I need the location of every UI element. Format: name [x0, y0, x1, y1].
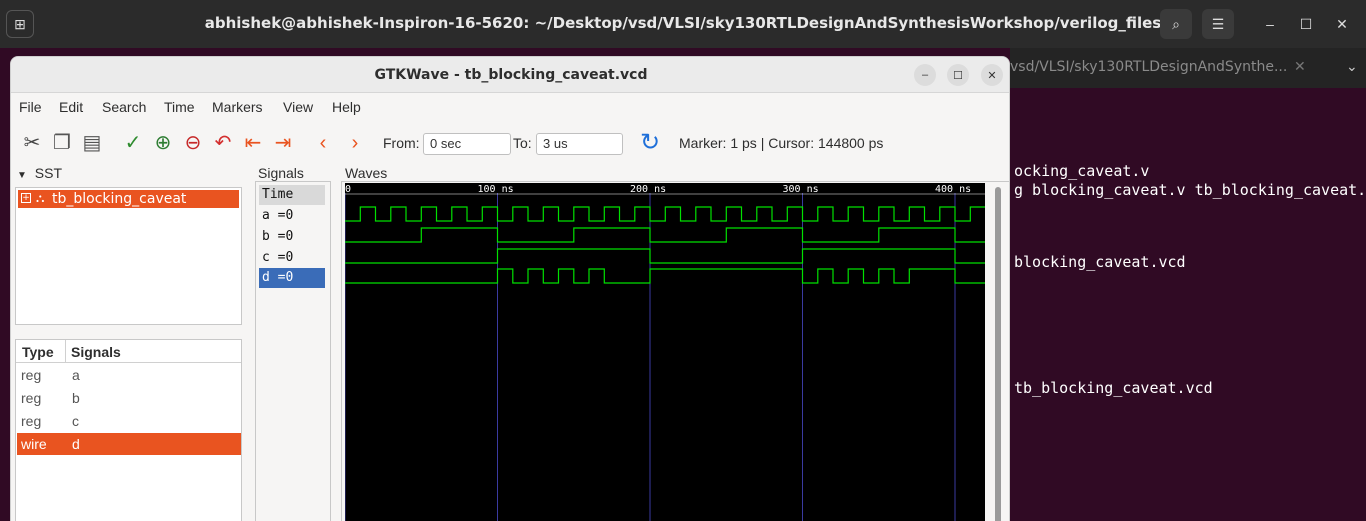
sst-header[interactable]: ▼ SST — [17, 165, 62, 181]
menu-time[interactable]: Time — [164, 99, 195, 115]
signal-type: reg — [21, 390, 42, 406]
from-input[interactable]: 0 sec — [423, 133, 511, 155]
signal-type-table: Type Signals reg a reg b reg c wire d — [15, 339, 242, 521]
sst-tree-item[interactable]: + ⛬ tb_blocking_caveat — [18, 190, 239, 208]
terminal-line: ocking_caveat.v — [1014, 162, 1150, 180]
search-icon: ⌕ — [1172, 15, 1180, 32]
cut-icon[interactable]: ✂ — [19, 131, 45, 157]
zoom-in-icon[interactable]: ⊕ — [150, 131, 176, 157]
waveform-a — [345, 206, 985, 222]
chevron-left-icon[interactable]: ‹ — [310, 131, 336, 157]
terminal-menu-button[interactable]: ☰ — [1202, 9, 1234, 39]
toolbar: ✂ ❐ ▤ ✓ ⊕ ⊖ ↶ ⇤ ⇥ ‹ › From: 0 sec To: 3 … — [11, 123, 1009, 161]
signal-c[interactable]: c =0 — [259, 248, 325, 268]
menu-help[interactable]: Help — [332, 99, 361, 115]
signal-name: a — [72, 367, 80, 383]
sst-tree: + ⛬ tb_blocking_caveat — [15, 187, 242, 325]
minimize-icon: – — [921, 69, 929, 81]
time-tick-label: 0 — [345, 184, 351, 195]
signals-pane-header: Signals — [258, 165, 304, 181]
minimize-button[interactable]: – — [914, 64, 936, 86]
signal-type: wire — [21, 436, 47, 452]
terminal-titlebar: ⊞ abhishek@abhishek-Inspiron-16-5620: ~/… — [0, 0, 1366, 48]
expand-icon[interactable]: + — [21, 193, 31, 203]
chevron-right-icon[interactable]: › — [342, 131, 368, 157]
terminal-close-button[interactable]: ✕ — [1326, 9, 1358, 39]
to-label: To: — [513, 135, 532, 151]
terminal-search-button[interactable]: ⌕ — [1160, 9, 1192, 39]
signal-type: reg — [21, 413, 42, 429]
menu-edit[interactable]: Edit — [59, 99, 83, 115]
close-icon: ✕ — [1336, 15, 1348, 32]
copy-icon[interactable]: ❐ — [49, 131, 75, 157]
time-tick-label: 100 ns — [478, 184, 514, 195]
time-tick-label: 400 ns — [935, 184, 971, 195]
collapse-triangle-icon: ▼ — [17, 170, 27, 181]
signal-a[interactable]: a =0 — [259, 206, 325, 226]
terminal-minimize-button[interactable]: – — [1254, 9, 1286, 39]
maximize-button[interactable]: ☐ — [947, 64, 969, 86]
window-title: GTKWave - tb_blocking_caveat.vcd — [374, 67, 648, 83]
waveform-b — [345, 227, 985, 243]
terminal-line: g blocking_caveat.v tb_blocking_caveat. — [1014, 181, 1366, 199]
minimize-icon: – — [1266, 16, 1274, 32]
module-hierarchy-icon: ⛬ — [36, 191, 45, 205]
maximize-icon: ☐ — [953, 69, 963, 82]
waves-pane-header: Waves — [345, 165, 388, 181]
reload-icon[interactable]: ↻ — [637, 131, 663, 157]
waveform-c — [345, 248, 985, 264]
paste-icon[interactable]: ▤ — [79, 131, 105, 157]
column-header-signals[interactable]: Signals — [71, 344, 121, 360]
close-button[interactable]: ✕ — [981, 64, 1003, 86]
table-row[interactable]: reg a — [17, 364, 241, 386]
table-row[interactable]: reg c — [17, 410, 241, 432]
zoom-to-end-icon[interactable]: ⇥ — [270, 131, 296, 157]
sst-tree-item-label: tb_blocking_caveat — [52, 191, 187, 207]
menu-search[interactable]: Search — [102, 99, 146, 115]
gtkwave-titlebar: GTKWave - tb_blocking_caveat.vcd – ☐ ✕ — [11, 57, 1009, 93]
signal-type: reg — [21, 367, 42, 383]
signal-d-selected[interactable]: d =0 — [259, 268, 325, 288]
zoom-to-start-icon[interactable]: ⇤ — [240, 131, 266, 157]
sst-label: SST — [34, 165, 63, 181]
menu-file[interactable]: File — [19, 99, 42, 115]
signal-name: b — [72, 390, 80, 406]
undo-zoom-icon[interactable]: ↶ — [210, 131, 236, 157]
time-tick-label: 200 ns — [630, 184, 666, 195]
hamburger-menu-icon: ☰ — [1211, 15, 1225, 32]
vertical-scrollbar[interactable] — [995, 187, 1001, 521]
waveform-canvas[interactable]: 0 100 ns 200 ns 300 ns 400 ns — [345, 183, 985, 521]
signal-time[interactable]: Time — [259, 185, 325, 205]
zoom-fit-icon[interactable]: ✓ — [120, 131, 146, 157]
menu-markers[interactable]: Markers — [212, 99, 263, 115]
gtkwave-window: GTKWave - tb_blocking_caveat.vcd – ☐ ✕ F… — [10, 56, 1010, 521]
menu-view[interactable]: View — [283, 99, 313, 115]
table-row-selected[interactable]: wire d — [17, 433, 241, 455]
menu-bar: File Edit Search Time Markers View Help — [11, 93, 1009, 121]
column-header-type[interactable]: Type — [22, 344, 54, 360]
table-header: Type Signals — [16, 340, 241, 363]
table-row[interactable]: reg b — [17, 387, 241, 409]
column-separator — [65, 340, 66, 363]
close-icon: ✕ — [987, 69, 997, 82]
maximize-icon: ☐ — [1299, 15, 1313, 32]
terminal-line: blocking_caveat.vcd — [1014, 253, 1186, 271]
waveform-d — [345, 268, 985, 284]
zoom-out-icon[interactable]: ⊖ — [180, 131, 206, 157]
terminal-maximize-button[interactable]: ☐ — [1290, 9, 1322, 39]
terminal-tab[interactable]: vsd/VLSI/sky130RTLDesignAndSynthe... — [1010, 59, 1287, 75]
signal-name: d — [72, 436, 80, 452]
signal-b[interactable]: b =0 — [259, 227, 325, 247]
marker-cursor-status: Marker: 1 ps | Cursor: 144800 ps — [679, 135, 884, 151]
terminal-tab-bar: vsd/VLSI/sky130RTLDesignAndSynthe... ✕ ⌄ — [1010, 48, 1366, 88]
from-label: From: — [383, 135, 420, 151]
time-tick-label: 300 ns — [783, 184, 819, 195]
tab-close-icon[interactable]: ✕ — [1294, 58, 1306, 75]
to-input[interactable]: 3 us — [536, 133, 623, 155]
time-ruler: 0 100 ns 200 ns 300 ns 400 ns — [345, 184, 985, 195]
terminal-line: tb_blocking_caveat.vcd — [1014, 379, 1213, 397]
signal-name: c — [72, 413, 79, 429]
chevron-down-icon[interactable]: ⌄ — [1346, 58, 1358, 75]
